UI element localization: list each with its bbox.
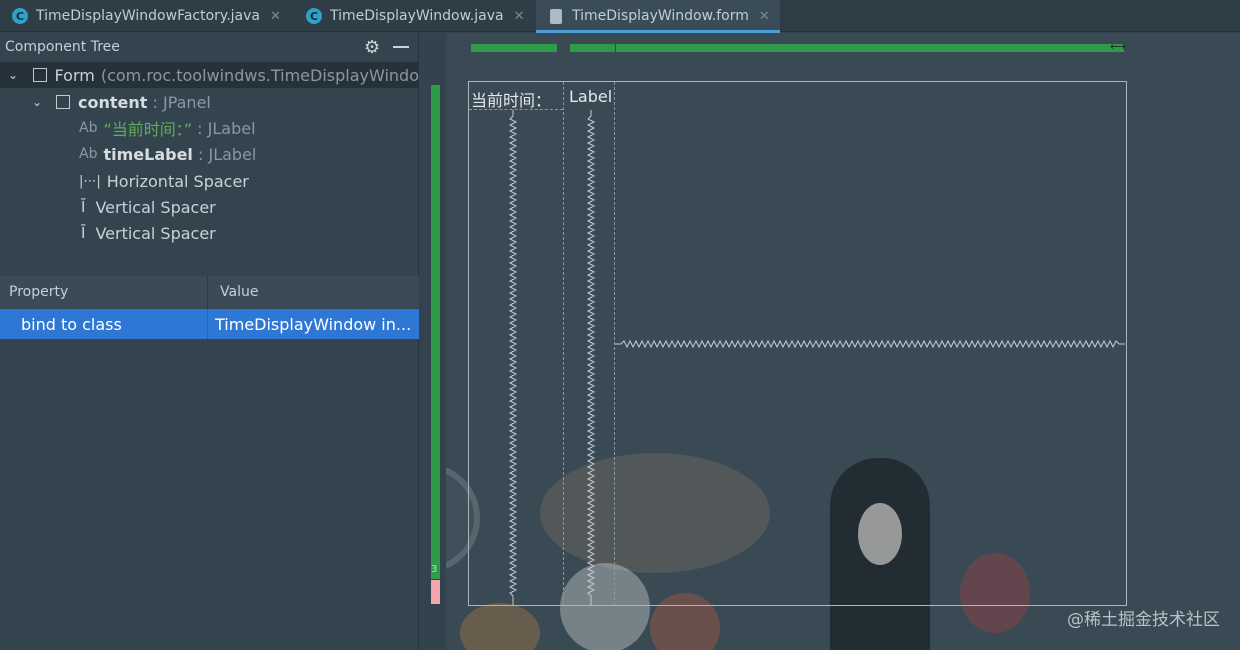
tree-item-detail: (com.roc.toolwindws.TimeDisplayWindo (100, 65, 419, 85)
tree-item-name: Vertical Spacer (95, 223, 216, 243)
close-icon[interactable]: ✕ (514, 9, 525, 24)
editor-tab-bar: C TimeDisplayWindowFactory.java ✕ C Time… (0, 0, 1240, 33)
tree-item-name: timeLabel (103, 144, 193, 164)
label-current-time[interactable]: 当前时间： (471, 87, 551, 111)
tab-timedisplaywindowfactory[interactable]: C TimeDisplayWindowFactory.java ✕ (12, 0, 281, 32)
tree-item-name: Horizontal Spacer (106, 171, 249, 191)
close-icon[interactable]: ✕ (759, 9, 770, 24)
minimize-icon[interactable] (393, 46, 409, 48)
tree-item-form[interactable]: ⌄ Form (com.roc.toolwindws.TimeDisplayWi… (0, 62, 419, 88)
vertical-spacer-widget[interactable] (507, 110, 519, 605)
horizontal-spacer-icon: |⋯| (79, 173, 101, 189)
tree-item-horizontal-spacer[interactable]: |⋯| Horizontal Spacer (0, 168, 419, 194)
form-designer-canvas[interactable]: 3 ⟷ 当前时间： Label (420, 33, 1240, 650)
tree-item-content[interactable]: ⌄ content : JPanel (0, 89, 419, 115)
vertical-spacer-icon: Ī (81, 224, 86, 242)
java-class-icon: C (12, 8, 28, 24)
java-class-icon: C (306, 8, 322, 24)
chevron-down-icon[interactable]: ⌄ (8, 68, 22, 82)
chevron-down-icon[interactable]: ⌄ (32, 95, 46, 109)
tree-item-name: content (78, 92, 148, 112)
property-name: bind to class (0, 309, 208, 339)
tree-item-vertical-spacer[interactable]: Ī Vertical Spacer (0, 194, 419, 220)
tab-label: TimeDisplayWindow.form (572, 8, 749, 24)
column-span-bar[interactable] (570, 44, 615, 52)
tree-item-separator: : (192, 118, 208, 138)
tree-item-separator: : (147, 92, 163, 112)
tree-item-type: JLabel (207, 118, 256, 138)
column-header-value[interactable]: Value (208, 284, 258, 300)
tree-item-separator: : (192, 144, 209, 164)
component-tree-panel: Component Tree ⚙ ⌄ Form (com.roc.toolwin… (0, 33, 419, 650)
horizontal-spacer-widget[interactable] (615, 338, 1125, 350)
close-icon[interactable]: ✕ (270, 9, 281, 24)
tree-item-name: Form (54, 65, 95, 85)
grid-column-divider (563, 82, 564, 605)
tree-item-timelabel[interactable]: Ab timeLabel : JLabel (0, 141, 419, 167)
property-table-header: Property Value (0, 276, 419, 308)
vertical-spacer-widget[interactable] (585, 110, 597, 605)
tree-item-name: Vertical Spacer (95, 197, 216, 217)
panel-icon (56, 95, 70, 109)
resize-arrows-icon[interactable]: ⟷ (1110, 40, 1126, 53)
label-time[interactable]: Label (569, 87, 612, 106)
character-figure (460, 603, 540, 650)
column-span-bar[interactable] (616, 44, 1124, 52)
row-marker[interactable] (431, 580, 440, 604)
column-header-property[interactable]: Property (0, 276, 208, 308)
label-component-icon: Ab (79, 146, 98, 162)
site-watermark: @稀土掘金技术社区 (1067, 610, 1220, 630)
tree-item-label-current-time[interactable]: Ab “当前时间：” : JLabel (0, 115, 419, 141)
tree-item-vertical-spacer[interactable]: Ī Vertical Spacer (0, 220, 419, 246)
form-panel[interactable]: 当前时间： Label (468, 81, 1127, 606)
tab-timedisplaywindow-form[interactable]: TimeDisplayWindow.form ✕ (536, 0, 780, 33)
row-number: 3 (431, 564, 438, 575)
property-row-bind-to-class[interactable]: bind to class TimeDisplayWindow in... (0, 309, 419, 339)
row-span-bar[interactable] (431, 85, 440, 579)
tab-label: TimeDisplayWindowFactory.java (36, 8, 260, 24)
tree-item-type: JLabel (208, 144, 257, 164)
form-file-icon (550, 8, 562, 24)
tree-item-type: JPanel (162, 92, 211, 112)
component-tree-header: Component Tree (0, 33, 419, 61)
form-icon (32, 68, 47, 82)
label-component-icon: Ab (79, 120, 98, 136)
panel-title: Component Tree (5, 39, 120, 55)
column-span-bar[interactable] (471, 44, 557, 52)
property-value[interactable]: TimeDisplayWindow in... (208, 315, 418, 334)
tab-timedisplaywindow-java[interactable]: C TimeDisplayWindow.java ✕ (306, 0, 524, 32)
vertical-spacer-icon: Ī (81, 198, 86, 216)
tab-label: TimeDisplayWindow.java (330, 8, 504, 24)
tree-item-name: “当前时间：” (103, 120, 193, 139)
gear-icon[interactable]: ⚙ (364, 37, 380, 58)
